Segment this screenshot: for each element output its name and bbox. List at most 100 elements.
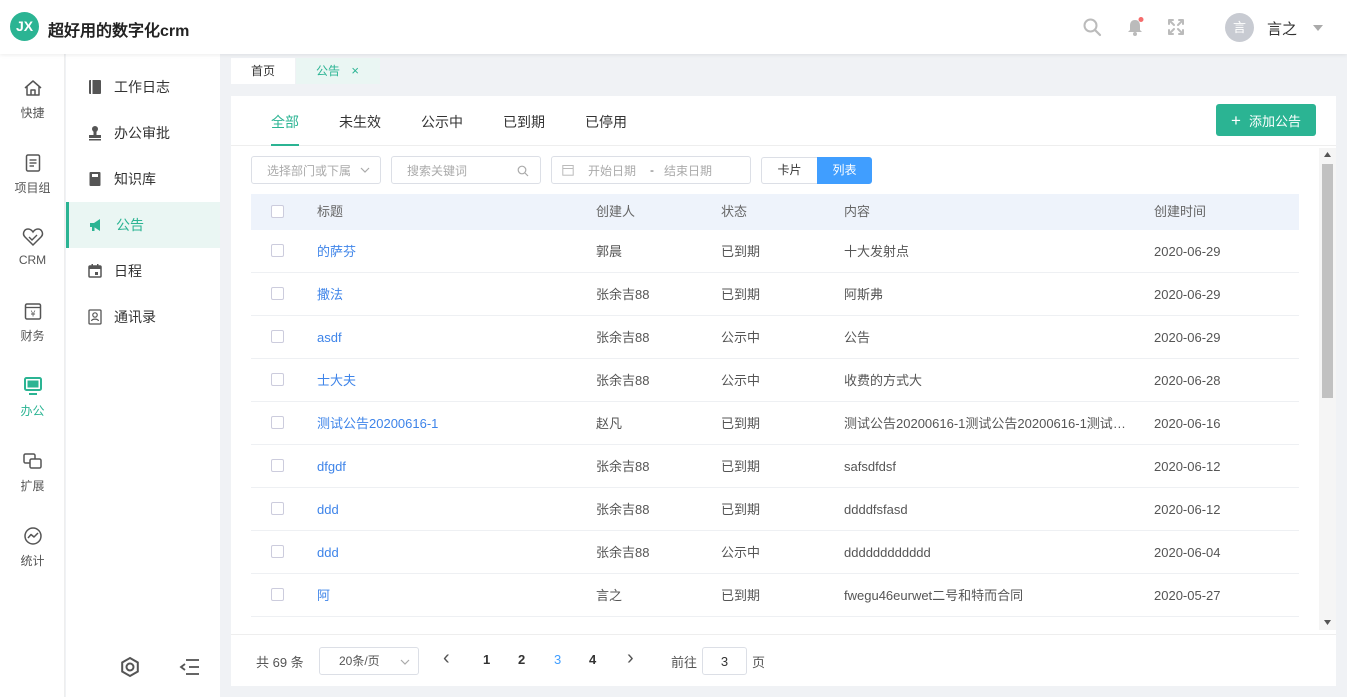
cell-title[interactable]: 撒法 <box>317 273 343 316</box>
row-checkbox[interactable] <box>271 244 284 257</box>
row-checkbox[interactable] <box>271 287 284 300</box>
page-tab-home[interactable]: 首页 <box>231 58 295 84</box>
category-tab-expired[interactable]: 已到期 <box>503 112 545 144</box>
row-checkbox[interactable] <box>271 373 284 386</box>
category-tab-active[interactable]: 公示中 <box>421 112 463 144</box>
goto-page-input[interactable] <box>702 647 747 675</box>
search-icon[interactable] <box>517 165 529 177</box>
page-size-select[interactable]: 20条/页 <box>319 647 419 675</box>
keyword-search-input[interactable]: 搜索关键词 <box>391 156 541 184</box>
user-avatar[interactable]: 言 <box>1225 13 1254 42</box>
primary-nav-item-finance[interactable]: ¥ 财务 <box>0 301 65 361</box>
table-row[interactable]: 士大夫 张余吉88 公示中 收费的方式大 2020-06-28 <box>251 359 1299 402</box>
cell-content: 阿斯弗 <box>844 287 884 302</box>
page-number-1[interactable]: 1 <box>483 652 490 667</box>
scroll-down-icon[interactable] <box>1324 620 1331 625</box>
secondary-nav-item-schedule[interactable]: 日程 <box>66 248 220 294</box>
app-logo[interactable]: JX <box>10 12 39 41</box>
row-checkbox[interactable] <box>271 502 284 515</box>
cell-content: 十大发射点 <box>844 244 910 259</box>
bell-icon[interactable] <box>1125 17 1145 37</box>
cell-status: 公示中 <box>721 545 761 560</box>
primary-nav-item-quick[interactable]: 快捷 <box>0 78 65 138</box>
row-checkbox[interactable] <box>271 588 284 601</box>
date-range-picker[interactable]: 开始日期 - 结束日期 <box>551 156 751 184</box>
secondary-nav-label: 工作日志 <box>114 79 170 95</box>
category-tabs: 全部 未生效 公示中 已到期 已停用 + 添加公告 <box>231 96 1336 146</box>
cell-title[interactable]: 的萨芬 <box>317 230 356 273</box>
cell-title[interactable]: dfgdf <box>317 445 346 488</box>
secondary-nav-item-worklog[interactable]: 工作日志 <box>66 64 220 110</box>
settings-icon[interactable] <box>119 656 141 678</box>
secondary-nav-item-announcement[interactable]: 公告 <box>66 202 220 248</box>
primary-nav-item-office[interactable]: 办公 <box>0 376 65 436</box>
primary-nav-label: 办公 <box>20 404 45 418</box>
primary-nav-item-stats[interactable]: 统计 <box>0 526 65 586</box>
cell-title[interactable]: 士大夫 <box>317 359 356 402</box>
row-checkbox[interactable] <box>271 330 284 343</box>
table-row[interactable]: 阿 言之 已到期 fwegu46eurwet二号和特而合同 2020-05-27 <box>251 574 1299 617</box>
stamp-icon <box>89 126 101 141</box>
table-row[interactable]: 测试公告20200616-1 赵凡 已到期 测试公告20200616-1测试公告202… <box>251 402 1299 445</box>
row-checkbox[interactable] <box>271 459 284 472</box>
cell-created: 2020-06-12 <box>1154 502 1221 517</box>
category-tab-all[interactable]: 全部 <box>271 112 299 146</box>
cell-content: dddddddddddd <box>844 545 931 560</box>
close-icon[interactable]: × <box>351 63 359 78</box>
scrollbar-thumb[interactable] <box>1322 164 1333 398</box>
collapse-menu-icon[interactable] <box>179 657 201 677</box>
page-number-2[interactable]: 2 <box>518 652 525 667</box>
table-row[interactable]: dfgdf 张余吉88 已到期 safsdfdsf 2020-06-12 <box>251 445 1299 488</box>
chevron-down-icon[interactable] <box>1313 25 1323 31</box>
secondary-nav-item-approval[interactable]: 办公审批 <box>66 110 220 156</box>
page-number-4[interactable]: 4 <box>589 652 596 667</box>
category-tab-disabled[interactable]: 已停用 <box>585 112 627 144</box>
page-tab-label: 公告 <box>316 64 341 78</box>
cell-content: 测试公告20200616-1测试公告20200616-1测试公告 <box>844 416 1134 431</box>
add-announcement-button[interactable]: + 添加公告 <box>1216 104 1316 136</box>
cell-status: 公示中 <box>721 373 761 388</box>
cell-title[interactable]: 阿 <box>317 574 330 617</box>
secondary-nav-item-knowledge[interactable]: 知识库 <box>66 156 220 202</box>
primary-nav-item-crm[interactable]: CRM <box>0 227 65 287</box>
table-row[interactable]: ddd 张余吉88 已到期 ddddfsfasd 2020-06-12 <box>251 488 1299 531</box>
cell-content: ddddfsfasd <box>844 502 908 517</box>
end-date-placeholder: 结束日期 <box>664 163 713 178</box>
select-all-checkbox[interactable] <box>271 205 284 218</box>
primary-nav-label: 扩展 <box>20 479 45 493</box>
cell-title[interactable]: ddd <box>317 488 339 531</box>
table-row[interactable]: 的萨芬 郭晨 已到期 十大发射点 2020-06-29 <box>251 230 1299 273</box>
secondary-nav-label: 办公审批 <box>114 125 170 141</box>
chart-circle-icon <box>23 527 42 545</box>
secondary-nav-item-contacts[interactable]: 通讯录 <box>66 294 220 340</box>
table-scrollbar[interactable] <box>1319 148 1336 630</box>
table-row[interactable]: asdf 张余吉88 公示中 公告 2020-06-29 <box>251 316 1299 359</box>
cell-title[interactable]: asdf <box>317 316 342 359</box>
scroll-up-icon[interactable] <box>1324 152 1331 157</box>
prev-page-button[interactable]: ‹ <box>443 647 450 670</box>
cell-title[interactable]: ddd <box>317 531 339 574</box>
yen-box-icon: ¥ <box>24 303 41 320</box>
cell-creator: 言之 <box>596 588 623 603</box>
category-tab-pending[interactable]: 未生效 <box>339 112 381 144</box>
fullscreen-icon[interactable] <box>1166 17 1186 37</box>
next-page-button[interactable]: › <box>627 647 634 670</box>
header-status: 状态 <box>721 204 748 219</box>
page-tab-announcement[interactable]: 公告 × <box>296 58 380 84</box>
page-number-3[interactable]: 3 <box>554 652 561 667</box>
row-checkbox[interactable] <box>271 545 284 558</box>
search-icon[interactable] <box>1082 17 1102 37</box>
primary-nav-item-project[interactable]: 项目组 <box>0 153 65 213</box>
view-list-toggle[interactable]: 列表 <box>817 157 872 184</box>
table-row[interactable]: 撒法 张余吉88 已到期 阿斯弗 2020-06-29 <box>251 273 1299 316</box>
extend-icon <box>22 453 42 469</box>
row-checkbox[interactable] <box>271 416 284 429</box>
primary-nav-item-extend[interactable]: 扩展 <box>0 451 65 511</box>
cell-created: 2020-06-16 <box>1154 416 1221 431</box>
view-card-toggle[interactable]: 卡片 <box>761 157 817 184</box>
table-row[interactable]: ddd 张余吉88 公示中 dddddddddddd 2020-06-04 <box>251 531 1299 574</box>
page-size-value: 20条/页 <box>339 654 380 668</box>
department-select[interactable]: 选择部门或下属 <box>251 156 381 184</box>
cell-title[interactable]: 测试公告20200616-1 <box>317 402 438 445</box>
user-name[interactable]: 言之 <box>1267 18 1297 39</box>
